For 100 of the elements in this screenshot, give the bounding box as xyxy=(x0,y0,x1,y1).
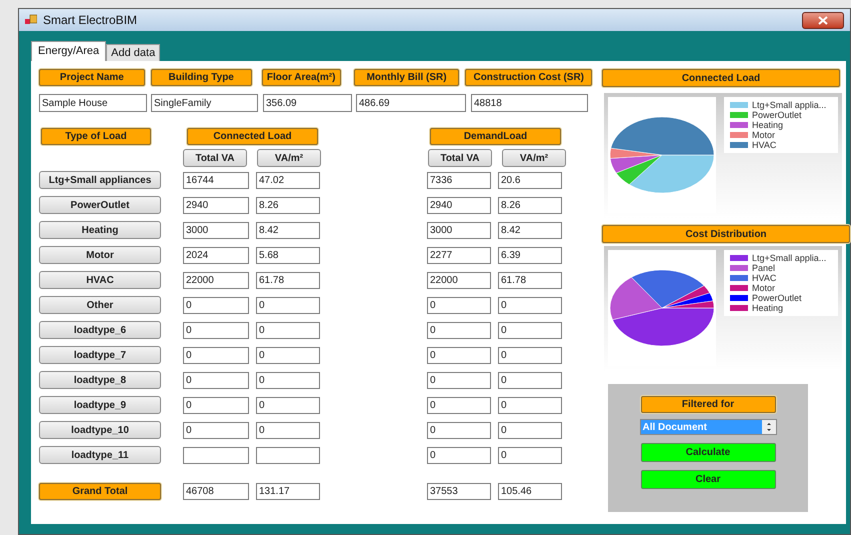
action-button[interactable]: Clear xyxy=(640,470,776,489)
text-field[interactable]: 8.42 xyxy=(256,222,320,238)
text-field[interactable]: 0 xyxy=(498,346,562,364)
text-field[interactable]: SingleFamily xyxy=(151,94,258,112)
text-field[interactable]: 0 xyxy=(498,322,562,338)
legend-label: HVAC xyxy=(752,140,776,150)
text-field[interactable]: 37553 xyxy=(427,482,491,500)
field-label: Floor Area(m²) xyxy=(262,69,341,86)
legend-label: Motor xyxy=(752,284,776,292)
text-field[interactable]: 22000 xyxy=(183,272,249,288)
text-field[interactable] xyxy=(183,446,249,464)
legend-label: HVAC xyxy=(752,274,776,282)
text-field[interactable]: 8.26 xyxy=(256,196,320,214)
text-field[interactable]: 5.68 xyxy=(256,246,320,264)
text-field[interactable] xyxy=(256,446,320,464)
text-field[interactable]: 0 xyxy=(183,346,249,364)
legend-label: Ltg+Small applia... xyxy=(752,254,826,262)
text-field[interactable]: 2024 xyxy=(183,246,249,264)
close-button[interactable] xyxy=(802,12,844,28)
text-field[interactable]: 0 xyxy=(427,322,491,338)
text-field[interactable]: 22000 xyxy=(427,272,491,288)
load-type-button[interactable]: Motor xyxy=(39,246,161,264)
load-type-button[interactable]: Heating xyxy=(39,221,161,239)
text-field[interactable]: 0 xyxy=(498,396,562,414)
text-field[interactable]: 0 xyxy=(183,372,249,388)
legend-label: PowerOutlet xyxy=(752,294,802,302)
text-field[interactable]: 2940 xyxy=(427,196,491,214)
text-field[interactable]: 0 xyxy=(183,396,249,414)
text-field[interactable]: 0 xyxy=(256,396,320,414)
text-field[interactable]: 2940 xyxy=(183,196,249,214)
legend-label: Ltg+Small applia... xyxy=(752,100,826,110)
column-heading: Type of Load xyxy=(41,128,151,145)
column-heading: DemandLoad xyxy=(430,128,561,145)
text-field[interactable]: 8.26 xyxy=(498,196,562,214)
text-field[interactable]: 0 xyxy=(427,346,491,364)
text-field[interactable]: 2277 xyxy=(427,246,491,264)
field-label: Monthly Bill (SR) xyxy=(354,69,460,86)
text-field[interactable]: 486.69 xyxy=(356,94,466,112)
text-field[interactable]: 0 xyxy=(256,422,320,438)
text-field[interactable]: 0 xyxy=(498,422,562,438)
legend-label: Heating xyxy=(752,304,784,312)
text-field[interactable]: 6.39 xyxy=(498,246,562,264)
text-field[interactable]: 0 xyxy=(427,396,491,414)
text-field[interactable]: 47.02 xyxy=(256,172,320,188)
app-icon xyxy=(25,14,37,26)
text-field[interactable]: 0 xyxy=(427,446,491,464)
text-field[interactable]: 0 xyxy=(427,422,491,438)
text-field[interactable]: 3000 xyxy=(183,222,249,238)
column-subheading: VA/m² xyxy=(257,149,321,167)
load-type-button[interactable]: Other xyxy=(39,296,161,314)
tab[interactable]: Energy/Area xyxy=(31,41,106,61)
field-label: Building Type xyxy=(150,69,252,86)
text-field[interactable]: 0 xyxy=(183,322,249,338)
text-field[interactable]: 0 xyxy=(183,296,249,314)
load-type-button[interactable]: Ltg+Small appliances xyxy=(39,171,161,189)
text-field[interactable]: 7336 xyxy=(427,172,491,188)
text-field[interactable]: 61.78 xyxy=(498,272,562,288)
action-button[interactable]: Calculate xyxy=(640,443,776,462)
text-field[interactable]: 0 xyxy=(498,296,562,314)
text-field[interactable]: 46708 xyxy=(183,482,249,500)
text-field[interactable]: 356.09 xyxy=(263,94,352,112)
text-field[interactable]: 20.6 xyxy=(498,172,562,188)
text-field[interactable]: 3000 xyxy=(427,222,491,238)
text-field[interactable]: 16744 xyxy=(183,172,249,188)
text-field[interactable]: 0 xyxy=(256,346,320,364)
text-field[interactable]: 0 xyxy=(256,296,320,314)
text-field[interactable]: 0 xyxy=(427,296,491,314)
text-field[interactable]: 0 xyxy=(498,372,562,388)
load-type-button[interactable]: PowerOutlet xyxy=(39,196,161,214)
column-heading: Connected Load xyxy=(187,128,318,145)
load-type-button[interactable]: loadtype_7 xyxy=(39,346,161,364)
legend-label: Heating xyxy=(752,120,784,130)
legend-label: Panel xyxy=(752,264,776,272)
text-field[interactable]: 0 xyxy=(256,372,320,388)
field-label: Project Name xyxy=(39,69,145,86)
text-field[interactable]: 48818 xyxy=(471,94,588,112)
text-field[interactable]: 0 xyxy=(256,322,320,338)
text-field[interactable]: 131.17 xyxy=(256,482,320,500)
filter-label: Filtered for xyxy=(640,396,776,413)
text-field[interactable]: 8.42 xyxy=(498,222,562,238)
text-field[interactable]: 0 xyxy=(183,422,249,438)
field-label: Construction Cost (SR) xyxy=(465,69,592,86)
text-field[interactable]: 61.78 xyxy=(256,272,320,288)
text-field[interactable]: 0 xyxy=(427,372,491,388)
column-subheading: VA/m² xyxy=(502,149,566,167)
row-label: Grand Total xyxy=(39,482,161,500)
text-field[interactable]: 0 xyxy=(498,446,562,464)
load-type-button[interactable]: loadtype_9 xyxy=(39,396,161,414)
dropdown-value: All Document xyxy=(642,420,708,434)
column-subheading: Total VA xyxy=(183,149,247,167)
text-field[interactable]: 105.46 xyxy=(498,482,562,500)
load-type-button[interactable]: HVAC xyxy=(39,271,161,289)
chart-title: Connected Load xyxy=(602,69,840,87)
text-field[interactable]: Sample House xyxy=(39,94,147,112)
legend-label: Motor xyxy=(752,130,776,140)
load-type-button[interactable]: loadtype_6 xyxy=(39,321,161,339)
load-type-button[interactable]: loadtype_10 xyxy=(39,421,161,439)
load-type-button[interactable]: loadtype_11 xyxy=(39,446,161,464)
load-type-button[interactable]: loadtype_8 xyxy=(39,371,161,389)
tab[interactable]: Add data xyxy=(106,44,160,61)
